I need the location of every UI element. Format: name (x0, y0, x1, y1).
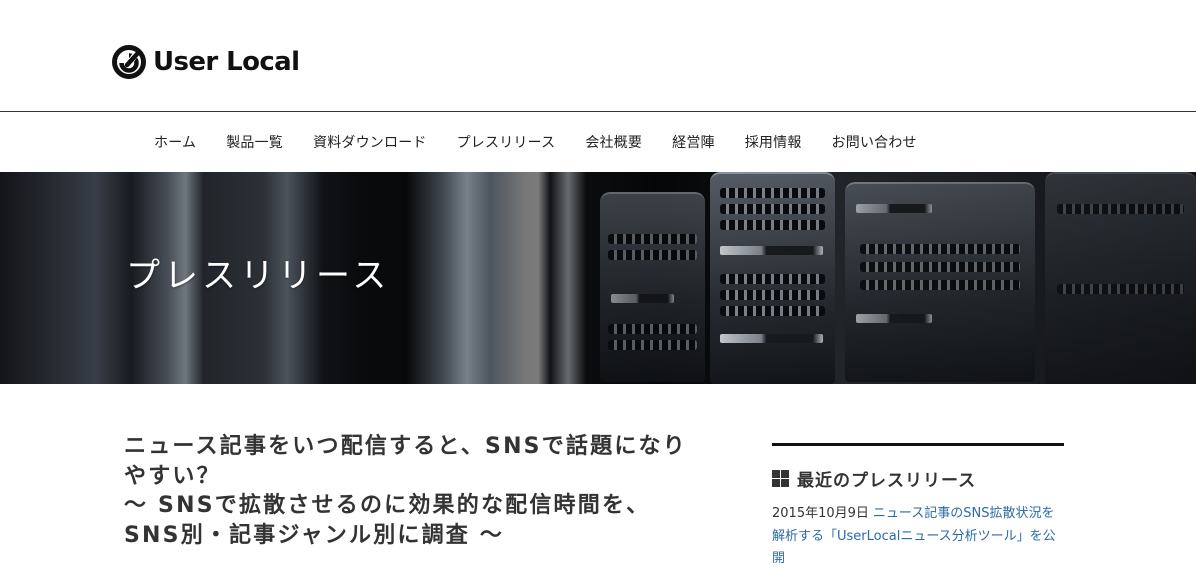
post-date: 2015年10月9日 (772, 506, 869, 521)
nav-item-company[interactable]: 会社概要 (585, 135, 642, 151)
nav-item-management[interactable]: 経営陣 (672, 135, 715, 151)
article-title-line: ニュース記事をいつ配信すると、SNSで話題になり (124, 434, 687, 459)
article-title: ニュース記事をいつ配信すると、SNSで話題になり やすい？ 〜 SNSで拡散させ… (124, 432, 744, 550)
sidebar: 最近のプレスリリース 2015年10月9日 ニュース記事のSNS拡散状況を解析する… (772, 443, 1064, 571)
logo-link[interactable]: User Local (111, 43, 300, 81)
nav-item-contact[interactable]: お問い合わせ (832, 135, 917, 151)
page-title: プレスリリース (126, 256, 391, 296)
list-item: 2015年10月9日 ニュース記事のSNS拡散状況を解析する「UserLocalニ… (772, 503, 1062, 571)
nav-item-press-releases[interactable]: プレスリリース (457, 135, 556, 151)
hero-banner: プレスリリース (0, 172, 1196, 384)
article-title-line: やすい？ (124, 463, 221, 489)
nav-item-home[interactable]: ホーム (154, 135, 196, 151)
userlocal-logo-icon (112, 45, 146, 79)
main-nav: ホーム 製品一覧 資料ダウンロード プレスリリース 会社概要 経営陣 採用情報 … (0, 112, 1196, 172)
sidebar-divider (772, 443, 1064, 446)
recent-press-widget-header: 最近のプレスリリース (772, 466, 1064, 491)
widget-title: 最近のプレスリリース (797, 470, 977, 491)
nav-item-products[interactable]: 製品一覧 (226, 135, 283, 151)
nav-item-careers[interactable]: 採用情報 (745, 135, 802, 151)
article-title-line: SNS別・記事ジャンル別に調査 〜 (124, 522, 505, 548)
nav-item-downloads[interactable]: 資料ダウンロード (313, 135, 427, 151)
logo-text: User Local (153, 47, 300, 77)
grid-icon (772, 469, 789, 487)
site-header: User Local (0, 0, 1196, 111)
article-title-line: 〜 SNSで拡散させるのに効果的な配信時間を、 (124, 493, 651, 518)
